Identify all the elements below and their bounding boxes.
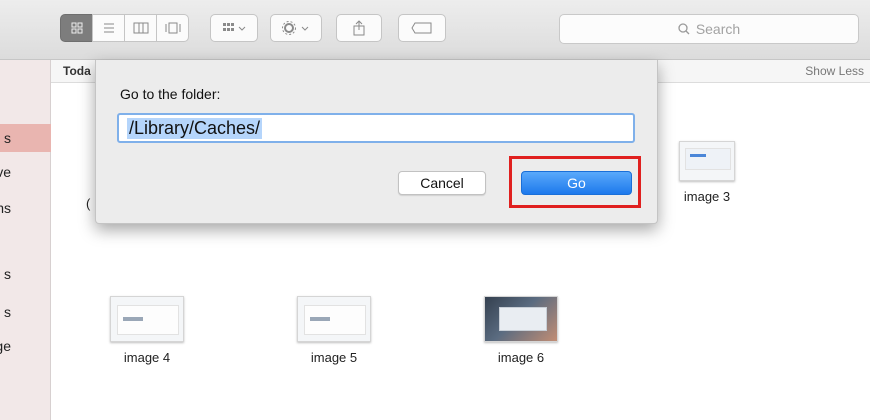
sidebar-item-3[interactable]: s [0,260,51,288]
file-item-image-6[interactable]: image 6 [471,296,571,365]
list-icon [103,23,114,33]
arrange-button[interactable] [210,14,258,42]
icon-view-button[interactable] [60,14,93,42]
share-icon [353,20,365,36]
thumbnail-detail [690,154,706,157]
file-item-image-3[interactable]: image 3 [657,141,757,204]
search-field[interactable]: Search [559,14,859,44]
file-name: image 3 [683,189,731,204]
gallery-view-button[interactable] [156,14,189,42]
columns-icon [133,22,148,34]
thumbnail-detail [310,317,330,321]
go-to-folder-dialog: Go to the folder: /Library/Caches/ Cance… [95,60,658,224]
sidebar-item-4[interactable]: s [0,298,51,326]
sidebar-item-label: s [4,130,11,146]
file-name: image 5 [310,350,358,365]
file-item-image-4[interactable]: image 4 [97,296,197,365]
tag-button[interactable] [398,14,446,42]
icon-grid-icon [71,22,82,34]
dialog-title: Go to the folder: [120,86,221,102]
sidebar-item-label: age [0,338,11,354]
column-view-button[interactable] [124,14,157,42]
list-view-button[interactable] [92,14,125,42]
go-button[interactable]: Go [521,171,632,195]
tag-icon [411,22,432,34]
action-button[interactable] [270,14,322,42]
gear-icon [282,21,309,35]
show-less-link[interactable]: Show Less [805,64,864,78]
arrange-grid-icon [223,23,246,31]
sidebar-item-0[interactable]: s [0,124,51,152]
sidebar-item-label: ve [0,164,11,180]
sidebar-item-1[interactable]: ve [0,158,51,186]
folder-path-value: /Library/Caches/ [127,118,263,139]
file-name: image 4 [123,350,171,365]
file-item-image-5[interactable]: image 5 [284,296,384,365]
cancel-button[interactable]: Cancel [398,171,486,195]
file-thumbnail [297,296,371,342]
section-title: Toda [63,64,91,78]
file-thumbnail [110,296,184,342]
thumbnail-window [499,307,547,331]
view-mode-group [60,14,189,42]
sidebar-item-2[interactable]: ns [0,194,51,222]
finder-toolbar: Search [0,0,870,60]
share-button[interactable] [336,14,382,42]
thumbnail-detail [123,317,143,321]
file-name: image 6 [497,350,545,365]
search-placeholder: Search [695,21,741,37]
file-thumbnail [484,296,558,342]
file-thumbnail [679,141,735,181]
sidebar: s ve ns s s age [0,60,51,420]
sidebar-item-label: s [4,266,11,282]
sidebar-item-label: ns [0,200,11,216]
sidebar-item-label: s [4,304,11,320]
gallery-icon [165,22,180,34]
folder-path-input[interactable]: /Library/Caches/ [117,113,635,143]
sidebar-item-5[interactable]: age [0,332,51,360]
thumbnail-window [685,148,731,170]
search-icon [678,23,690,35]
obscured-file-label: ( [86,196,91,211]
